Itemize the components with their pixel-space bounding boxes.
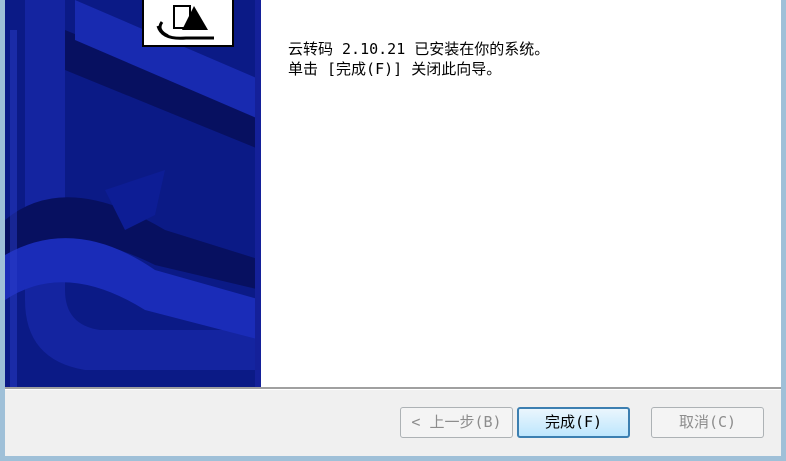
- side-banner: [5, 0, 261, 388]
- installer-window: 云转码 2.10.21 已安装在你的系统。 单击 [完成(F)] 关闭此向导。 …: [0, 0, 786, 461]
- finish-button[interactable]: 完成(F): [517, 407, 630, 438]
- cancel-button[interactable]: 取消(C): [651, 407, 764, 438]
- message-line-2: 单击 [完成(F)] 关闭此向导。: [288, 60, 502, 78]
- completion-message: 云转码 2.10.21 已安装在你的系统。 单击 [完成(F)] 关闭此向导。: [288, 39, 549, 79]
- banner-art: [5, 0, 261, 388]
- message-line-1: 云转码 2.10.21 已安装在你的系统。: [288, 40, 550, 58]
- wizard-content: 云转码 2.10.21 已安装在你的系统。 单击 [完成(F)] 关闭此向导。: [5, 0, 781, 388]
- footer-divider: [5, 387, 781, 390]
- back-button[interactable]: < 上一步(B): [400, 407, 513, 438]
- installer-logo-icon: [142, 0, 234, 47]
